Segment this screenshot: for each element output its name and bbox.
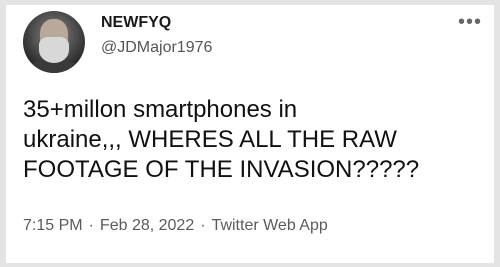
meta-separator: · [200, 217, 206, 234]
avatar-beard [39, 37, 69, 63]
avatar[interactable] [23, 11, 85, 73]
tweet-text-line: ukraine,,, WHERES ALL THE RAW [23, 126, 397, 153]
tweet-time[interactable]: 7:15 PM [23, 217, 83, 234]
author-display-name[interactable]: NEWFYQ [101, 14, 171, 32]
tweet-source[interactable]: Twitter Web App [212, 217, 328, 234]
tweet-date[interactable]: Feb 28, 2022 [100, 217, 194, 234]
tweet-text: 35+millon smartphones in ukraine,,, WHER… [23, 95, 493, 185]
tweet-card: NEWFYQ @JDMajor1976 ••• 35+millon smartp… [6, 5, 494, 263]
tweet-text-line: FOOTAGE OF THE INVASION????? [23, 156, 420, 183]
author-handle[interactable]: @JDMajor1976 [101, 39, 212, 57]
meta-separator: · [88, 217, 94, 234]
more-options-icon[interactable]: ••• [458, 11, 482, 34]
tweet-metadata: 7:15 PM · Feb 28, 2022 · Twitter Web App [23, 217, 328, 235]
tweet-text-line: 35+millon smartphones in [23, 96, 298, 123]
